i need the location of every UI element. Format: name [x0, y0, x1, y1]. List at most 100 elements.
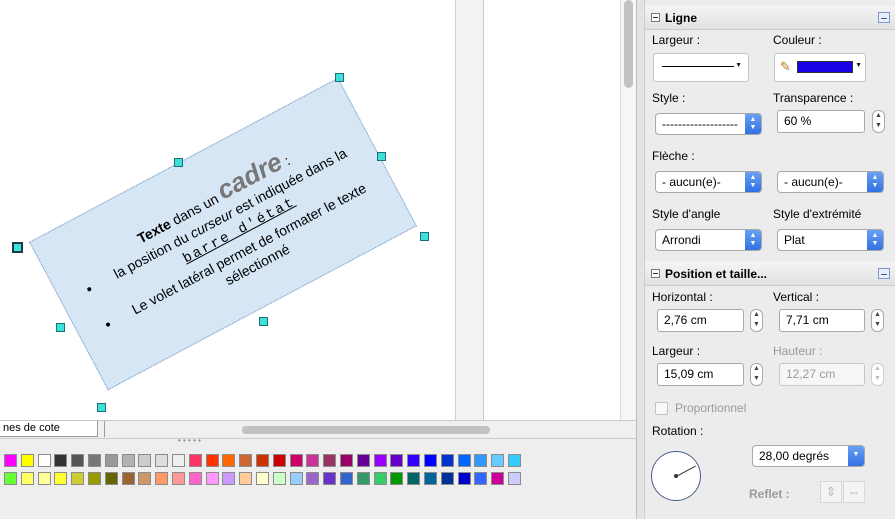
vertical-input[interactable]: 7,71 cm — [779, 309, 865, 332]
angle-style-select[interactable]: Arrondi ▲ ▼ — [655, 229, 762, 251]
color-swatch[interactable] — [323, 472, 337, 485]
transparence-input[interactable]: 60 % — [777, 110, 865, 133]
color-swatch[interactable] — [138, 472, 152, 485]
sidebar-scrollbar[interactable] — [637, 0, 645, 519]
color-swatch[interactable] — [256, 472, 269, 485]
resize-handle-bottom-left[interactable] — [56, 323, 65, 332]
color-swatch[interactable] — [289, 454, 303, 467]
color-swatch[interactable] — [457, 472, 471, 485]
color-swatch[interactable] — [155, 454, 169, 467]
color-swatch[interactable] — [37, 454, 51, 467]
color-swatch[interactable] — [54, 472, 68, 485]
collapse-icon[interactable] — [651, 269, 660, 278]
proportionnel-checkbox[interactable] — [655, 402, 668, 415]
resize-handle-right-top[interactable] — [377, 152, 386, 161]
color-swatch[interactable] — [272, 472, 286, 485]
color-swatch[interactable] — [356, 472, 370, 485]
color-swatch[interactable] — [205, 472, 219, 485]
width-stepper[interactable]: ▲ ▼ — [750, 363, 763, 386]
vertical-scrollbar-thumb[interactable] — [624, 0, 633, 88]
rotation-dial[interactable] — [651, 451, 701, 501]
rotation-select[interactable]: 28,00 degrés ▼ — [752, 445, 865, 467]
collapse-icon[interactable] — [651, 13, 660, 22]
color-swatch[interactable] — [88, 472, 101, 485]
color-swatch[interactable] — [71, 454, 85, 467]
color-swatch[interactable] — [491, 472, 505, 485]
color-swatch[interactable] — [491, 454, 505, 467]
color-swatch[interactable] — [222, 472, 236, 485]
horizontal-scrollbar-thumb[interactable] — [242, 426, 490, 434]
color-swatch[interactable] — [20, 472, 34, 485]
more-options-icon[interactable] — [878, 268, 890, 279]
horizontal-stepper[interactable]: ▲ ▼ — [750, 309, 763, 332]
color-swatch[interactable] — [340, 472, 353, 485]
more-options-icon[interactable] — [878, 12, 890, 23]
color-swatch[interactable] — [440, 454, 454, 467]
resize-handle-right[interactable] — [420, 232, 429, 241]
cap-style-select[interactable]: Plat ▲ ▼ — [777, 229, 884, 251]
color-swatch[interactable] — [88, 454, 101, 467]
color-swatch[interactable] — [373, 472, 387, 485]
color-swatch[interactable] — [306, 472, 320, 485]
vertical-scrollbar[interactable] — [620, 0, 636, 420]
width-input[interactable]: 15,09 cm — [657, 363, 744, 386]
color-swatch[interactable] — [4, 454, 17, 467]
color-swatch[interactable] — [323, 454, 337, 467]
color-swatch[interactable] — [340, 454, 353, 467]
section-position-header[interactable]: Position et taille... — [645, 262, 895, 286]
color-swatch[interactable] — [407, 472, 421, 485]
color-swatch[interactable] — [508, 454, 521, 467]
color-swatch[interactable] — [239, 454, 253, 467]
color-swatch[interactable] — [188, 454, 202, 467]
color-swatch[interactable] — [104, 472, 118, 485]
arrow-start-select[interactable]: - aucun(e)- ▲ ▼ — [655, 171, 762, 193]
color-swatch[interactable] — [373, 454, 387, 467]
color-swatch[interactable] — [457, 454, 471, 467]
color-swatch[interactable] — [138, 454, 152, 467]
flip-horizontal-icon[interactable]: ⇔ — [843, 481, 865, 503]
resize-handle-top-right[interactable] — [335, 73, 344, 82]
text-frame[interactable]: Texte dans un cadre : la position du cur… — [29, 77, 417, 391]
color-swatch[interactable] — [424, 472, 437, 485]
color-swatch[interactable] — [306, 454, 320, 467]
palette-grip-icon[interactable]: • • • • • — [178, 437, 206, 445]
color-swatch[interactable] — [239, 472, 253, 485]
color-swatch[interactable] — [272, 454, 286, 467]
color-swatch[interactable] — [54, 454, 68, 467]
color-swatch[interactable] — [121, 454, 135, 467]
color-swatch[interactable] — [172, 472, 185, 485]
color-swatch[interactable] — [155, 472, 169, 485]
color-swatch[interactable] — [222, 454, 236, 467]
color-swatch[interactable] — [188, 472, 202, 485]
color-swatch[interactable] — [104, 454, 118, 467]
color-swatch[interactable] — [205, 454, 219, 467]
horizontal-input[interactable]: 2,76 cm — [657, 309, 744, 332]
vertical-stepper[interactable]: ▲ ▼ — [871, 309, 884, 332]
color-swatch[interactable] — [172, 454, 185, 467]
color-swatch[interactable] — [4, 472, 17, 485]
color-swatch[interactable] — [508, 472, 521, 485]
tab-lignes-de-cote[interactable]: nes de cote — [0, 421, 98, 437]
color-swatch[interactable] — [71, 472, 85, 485]
resize-handle-bottom[interactable] — [259, 317, 268, 326]
section-ligne-header[interactable]: Ligne — [645, 6, 895, 30]
color-swatch[interactable] — [121, 472, 135, 485]
flip-vertical-icon[interactable]: ⇕ — [820, 481, 842, 503]
line-color-dropdown[interactable]: ✎ ▼ — [774, 53, 866, 82]
resize-handle-bottom-corner[interactable] — [97, 403, 106, 412]
color-swatch[interactable] — [37, 472, 51, 485]
resize-handle-left[interactable] — [12, 242, 23, 253]
color-swatch[interactable] — [390, 472, 404, 485]
color-swatch[interactable] — [424, 454, 437, 467]
color-swatch[interactable] — [356, 454, 370, 467]
line-width-dropdown[interactable]: ▼ — [653, 53, 749, 82]
color-swatch[interactable] — [20, 454, 34, 467]
color-swatch[interactable] — [440, 472, 454, 485]
transparence-stepper[interactable]: ▲ ▼ — [872, 110, 885, 133]
color-swatch[interactable] — [390, 454, 404, 467]
resize-handle-top[interactable] — [174, 158, 183, 167]
color-swatch[interactable] — [474, 454, 488, 467]
color-swatch[interactable] — [289, 472, 303, 485]
line-style-select[interactable]: ------------------- ▲ ▼ — [655, 113, 762, 135]
color-swatch[interactable] — [407, 454, 421, 467]
